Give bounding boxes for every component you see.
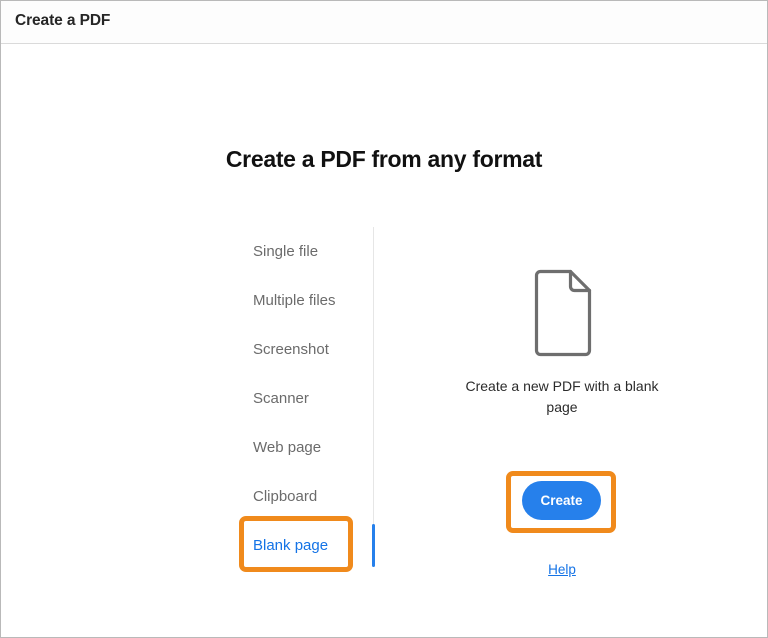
document-page-icon [532,269,594,357]
detail-caption: Create a new PDF with a blank page [462,376,662,418]
create-button[interactable]: Create [522,481,601,520]
window-header: Create a PDF [1,1,767,44]
selected-item-indicator [372,524,375,567]
format-item-web-page[interactable]: Web page [253,423,363,472]
format-list: Single file Multiple files Screenshot Sc… [253,227,363,570]
format-item-clipboard[interactable]: Clipboard [253,472,363,521]
format-item-single-file[interactable]: Single file [253,227,363,276]
format-item-scanner[interactable]: Scanner [253,374,363,423]
page-title: Create a PDF from any format [1,146,767,173]
format-item-screenshot[interactable]: Screenshot [253,325,363,374]
create-pdf-window: Create a PDF Create a PDF from any forma… [0,0,768,638]
window-title: Create a PDF [15,12,110,30]
format-item-multiple-files[interactable]: Multiple files [253,276,363,325]
help-link[interactable]: Help [462,562,662,577]
format-item-blank-page[interactable]: Blank page [253,521,363,570]
list-divider [373,227,374,567]
